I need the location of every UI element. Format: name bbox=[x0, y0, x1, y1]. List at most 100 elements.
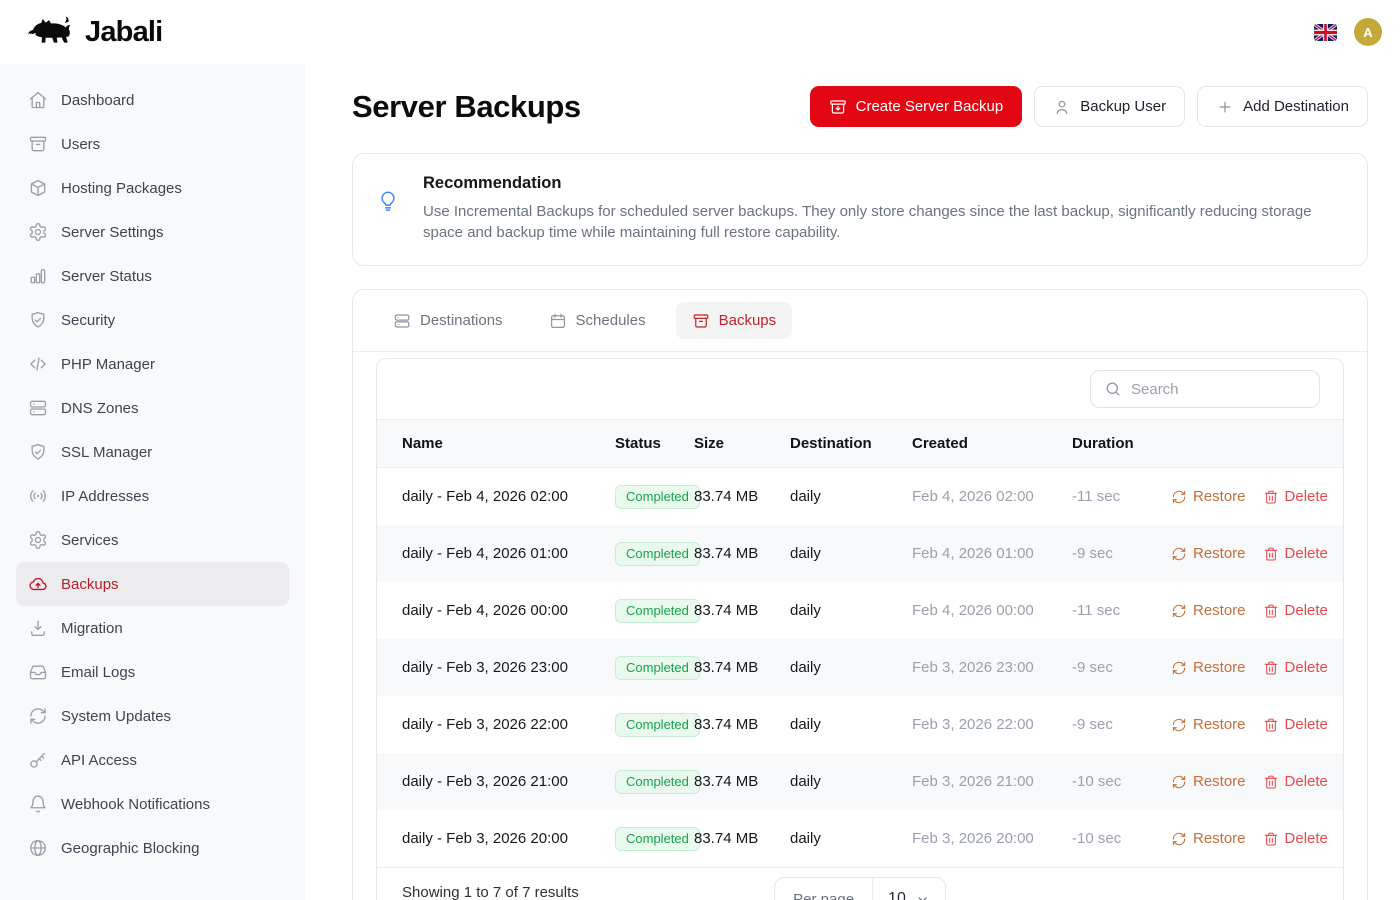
backup-size: 83.74 MB bbox=[694, 830, 790, 847]
create-server-backup-button[interactable]: Create Server Backup bbox=[810, 86, 1023, 127]
delete-label: Delete bbox=[1285, 545, 1328, 562]
search-box[interactable] bbox=[1090, 370, 1320, 408]
sidebar-item-users[interactable]: Users bbox=[16, 122, 289, 166]
sidebar-item-label: PHP Manager bbox=[61, 356, 155, 373]
restore-button[interactable]: Restore bbox=[1171, 716, 1246, 733]
sidebar-item-security[interactable]: Security bbox=[16, 298, 289, 342]
delete-button[interactable]: Delete bbox=[1263, 602, 1328, 619]
recommendation-card: Recommendation Use Incremental Backups f… bbox=[352, 153, 1368, 266]
sidebar-item-hosting-packages[interactable]: Hosting Packages bbox=[16, 166, 289, 210]
restore-label: Restore bbox=[1193, 773, 1246, 790]
delete-label: Delete bbox=[1285, 830, 1328, 847]
search-input[interactable] bbox=[1131, 381, 1306, 398]
backup-created: Feb 3, 2026 21:00 bbox=[912, 773, 1072, 790]
backup-name: daily - Feb 3, 2026 23:00 bbox=[402, 659, 615, 676]
backup-name: daily - Feb 3, 2026 22:00 bbox=[402, 716, 615, 733]
sidebar-item-geographic-blocking[interactable]: Geographic Blocking bbox=[16, 826, 289, 870]
package-icon bbox=[28, 178, 48, 198]
restore-button[interactable]: Restore bbox=[1171, 488, 1246, 505]
delete-label: Delete bbox=[1285, 602, 1328, 619]
tab-backups[interactable]: Backups bbox=[676, 302, 793, 339]
status-badge: Completed bbox=[615, 599, 700, 623]
user-icon bbox=[1053, 98, 1071, 116]
restore-button[interactable]: Restore bbox=[1171, 545, 1246, 562]
sidebar-item-server-status[interactable]: Server Status bbox=[16, 254, 289, 298]
restore-button[interactable]: Restore bbox=[1171, 830, 1246, 847]
backup-duration: -9 sec bbox=[1072, 545, 1171, 562]
column-header-created: Created bbox=[912, 435, 1072, 452]
add-destination-button[interactable]: Add Destination bbox=[1197, 86, 1368, 127]
sidebar-item-system-updates[interactable]: System Updates bbox=[16, 694, 289, 738]
archive-down-icon bbox=[829, 98, 847, 116]
tab-schedules[interactable]: Schedules bbox=[533, 302, 662, 339]
tab-label: Backups bbox=[719, 312, 777, 329]
tab-label: Schedules bbox=[576, 312, 646, 329]
restore-label: Restore bbox=[1193, 830, 1246, 847]
delete-button[interactable]: Delete bbox=[1263, 545, 1328, 562]
backup-duration: -10 sec bbox=[1072, 830, 1171, 847]
backup-destination: daily bbox=[790, 773, 912, 790]
delete-button[interactable]: Delete bbox=[1263, 830, 1328, 847]
restore-label: Restore bbox=[1193, 545, 1246, 562]
sidebar-item-dns-zones[interactable]: DNS Zones bbox=[16, 386, 289, 430]
status-badge: Completed bbox=[615, 656, 700, 680]
sidebar-item-ssl-manager[interactable]: SSL Manager bbox=[16, 430, 289, 474]
restore-button[interactable]: Restore bbox=[1171, 773, 1246, 790]
sidebar-item-server-settings[interactable]: Server Settings bbox=[16, 210, 289, 254]
delete-button[interactable]: Delete bbox=[1263, 659, 1328, 676]
sidebar-item-backups[interactable]: Backups bbox=[16, 562, 289, 606]
backup-size: 83.74 MB bbox=[694, 716, 790, 733]
sidebar-item-webhook-notifications[interactable]: Webhook Notifications bbox=[16, 782, 289, 826]
sidebar-item-label: Webhook Notifications bbox=[61, 796, 210, 813]
restore-label: Restore bbox=[1193, 602, 1246, 619]
main-content: Server Backups Create Server Backup Back… bbox=[305, 64, 1400, 900]
sidebar-item-api-access[interactable]: API Access bbox=[16, 738, 289, 782]
server-icon bbox=[28, 398, 48, 418]
backup-duration: -10 sec bbox=[1072, 773, 1171, 790]
sidebar-item-email-logs[interactable]: Email Logs bbox=[16, 650, 289, 694]
backup-destination: daily bbox=[790, 488, 912, 505]
sidebar-item-label: Hosting Packages bbox=[61, 180, 182, 197]
recommendation-body: Use Incremental Backups for scheduled se… bbox=[423, 201, 1343, 243]
backup-size: 83.74 MB bbox=[694, 602, 790, 619]
table-header: NameStatusSizeDestinationCreatedDuration bbox=[377, 419, 1343, 468]
trash-icon bbox=[1263, 717, 1279, 733]
per-page-select[interactable]: Per page 10 bbox=[774, 877, 946, 900]
sidebar-item-php-manager[interactable]: PHP Manager bbox=[16, 342, 289, 386]
backups-table-container: NameStatusSizeDestinationCreatedDuration… bbox=[376, 358, 1344, 900]
avatar[interactable]: A bbox=[1354, 18, 1382, 46]
trash-icon bbox=[1263, 660, 1279, 676]
backup-user-button[interactable]: Backup User bbox=[1034, 86, 1185, 127]
refresh-icon bbox=[1171, 717, 1187, 733]
backup-name: daily - Feb 3, 2026 21:00 bbox=[402, 773, 615, 790]
delete-button[interactable]: Delete bbox=[1263, 773, 1328, 790]
backup-destination: daily bbox=[790, 602, 912, 619]
delete-button[interactable]: Delete bbox=[1263, 716, 1328, 733]
trash-icon bbox=[1263, 489, 1279, 505]
status-badge: Completed bbox=[615, 713, 700, 737]
chevron-down-icon bbox=[915, 892, 930, 900]
refresh-icon bbox=[1171, 660, 1187, 676]
restore-button[interactable]: Restore bbox=[1171, 659, 1246, 676]
tab-destinations[interactable]: Destinations bbox=[377, 302, 519, 339]
backup-name: daily - Feb 3, 2026 20:00 bbox=[402, 830, 615, 847]
sidebar-item-dashboard[interactable]: Dashboard bbox=[16, 78, 289, 122]
backup-created: Feb 3, 2026 20:00 bbox=[912, 830, 1072, 847]
sidebar-item-label: Server Settings bbox=[61, 224, 164, 241]
backup-user-label: Backup User bbox=[1080, 98, 1166, 115]
brand[interactable]: Jabali bbox=[24, 12, 162, 52]
sidebar-item-services[interactable]: Services bbox=[16, 518, 289, 562]
backup-row: daily - Feb 3, 2026 20:00Completed83.74 … bbox=[377, 810, 1343, 867]
search-icon bbox=[1104, 380, 1122, 398]
sidebar-item-label: Email Logs bbox=[61, 664, 135, 681]
refresh-icon bbox=[1171, 546, 1187, 562]
uk-flag-icon[interactable] bbox=[1314, 24, 1337, 41]
restore-button[interactable]: Restore bbox=[1171, 602, 1246, 619]
sidebar-item-migration[interactable]: Migration bbox=[16, 606, 289, 650]
backup-name: daily - Feb 4, 2026 00:00 bbox=[402, 602, 615, 619]
sidebar-item-ip-addresses[interactable]: IP Addresses bbox=[16, 474, 289, 518]
backup-size: 83.74 MB bbox=[694, 545, 790, 562]
delete-label: Delete bbox=[1285, 488, 1328, 505]
backup-created: Feb 3, 2026 23:00 bbox=[912, 659, 1072, 676]
delete-button[interactable]: Delete bbox=[1263, 488, 1328, 505]
